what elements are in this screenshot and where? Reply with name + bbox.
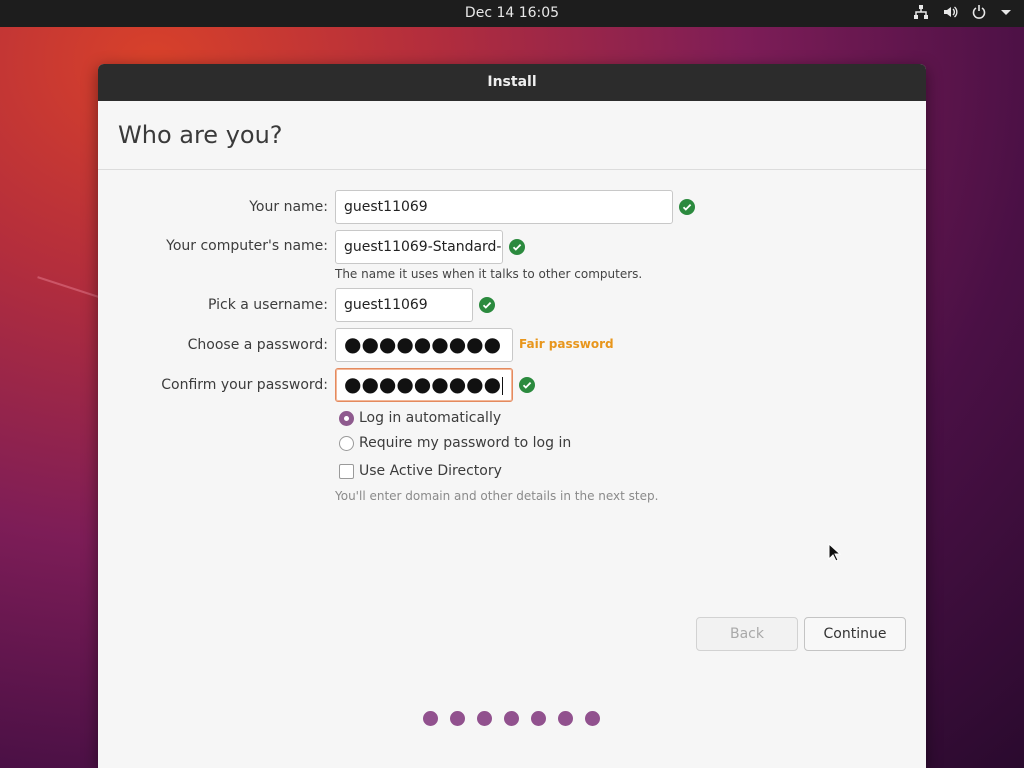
name-valid-check-icon	[679, 199, 695, 215]
confirm-password-value: ●●●●●●●●●	[344, 372, 502, 396]
password-input[interactable]: ●●●●●●●●●	[335, 328, 513, 362]
username-input[interactable]: guest11069	[335, 288, 473, 322]
name-input[interactable]: guest11069	[335, 190, 673, 224]
password-strength: Fair password	[519, 337, 614, 351]
log-in-automatically-label[interactable]: Log in automatically	[359, 410, 501, 426]
name-label: Your name:	[249, 199, 328, 215]
require-password-radio[interactable]	[339, 436, 354, 451]
progress-dot	[423, 711, 438, 726]
progress-dot	[504, 711, 519, 726]
active-directory-checkbox[interactable]	[339, 464, 354, 479]
progress-dot	[477, 711, 492, 726]
username-valid-check-icon	[479, 297, 495, 313]
confirm-valid-check-icon	[519, 377, 535, 393]
back-button[interactable]: Back	[696, 617, 798, 651]
text-caret	[502, 376, 504, 395]
confirm-password-input[interactable]: ●●●●●●●●●	[335, 368, 513, 402]
continue-button[interactable]: Continue	[804, 617, 906, 651]
clock[interactable]: Dec 14 16:05	[0, 5, 1024, 21]
system-tray[interactable]	[913, 4, 1012, 20]
require-password-label[interactable]: Require my password to log in	[359, 435, 571, 451]
wallpaper-streak	[37, 276, 99, 298]
username-label: Pick a username:	[207, 297, 328, 313]
progress-dot	[450, 711, 465, 726]
password-label: Choose a password:	[187, 337, 328, 353]
computer-name-valid-check-icon	[509, 239, 525, 255]
network-icon[interactable]	[913, 4, 929, 20]
install-window: Install Who are you? Your name: guest110…	[98, 64, 926, 768]
progress-dot	[585, 711, 600, 726]
active-directory-hint: You'll enter domain and other details in…	[335, 489, 659, 503]
computer-name-label: Your computer's name:	[166, 238, 328, 254]
progress-dot	[531, 711, 546, 726]
volume-icon[interactable]	[942, 4, 958, 20]
page-title: Who are you?	[118, 121, 283, 149]
mouse-pointer-icon	[828, 542, 842, 567]
active-directory-label[interactable]: Use Active Directory	[359, 463, 502, 479]
top-bar: Dec 14 16:05	[0, 0, 1024, 27]
log-in-automatically-radio[interactable]	[339, 411, 354, 426]
page-heading-area: Who are you?	[98, 101, 926, 170]
computer-name-hint: The name it uses when it talks to other …	[335, 267, 643, 281]
progress-dots	[423, 711, 600, 726]
window-title: Install	[98, 64, 926, 101]
computer-name-input[interactable]: guest11069-Standard-I	[335, 230, 503, 264]
power-icon[interactable]	[971, 4, 987, 20]
menu-arrow-icon[interactable]	[1000, 6, 1012, 18]
progress-dot	[558, 711, 573, 726]
confirm-password-label: Confirm your password:	[161, 377, 328, 393]
